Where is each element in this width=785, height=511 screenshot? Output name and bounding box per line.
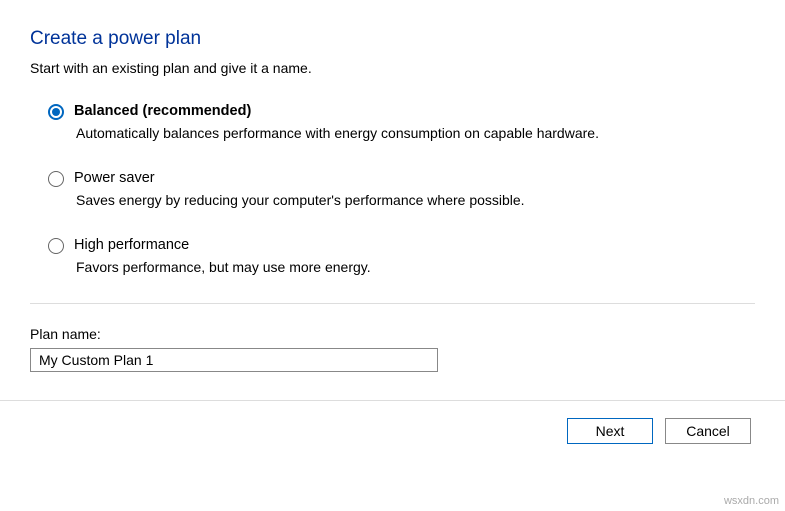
radio-power-saver[interactable]: [48, 171, 64, 187]
option-power-saver[interactable]: Power saver Saves energy by reducing you…: [48, 169, 755, 208]
option-high-performance-label[interactable]: High performance: [74, 237, 189, 253]
page-title: Create a power plan: [30, 28, 755, 50]
footer-divider: [0, 400, 785, 401]
page-subtitle: Start with an existing plan and give it …: [30, 60, 755, 76]
option-power-saver-label[interactable]: Power saver: [74, 170, 155, 186]
option-balanced[interactable]: Balanced (recommended) Automatically bal…: [48, 102, 755, 141]
plan-name-label: Plan name:: [30, 326, 755, 342]
option-power-saver-desc: Saves energy by reducing your computer's…: [76, 192, 755, 208]
next-button[interactable]: Next: [567, 418, 653, 444]
radio-balanced[interactable]: [48, 104, 64, 120]
plan-name-input[interactable]: [30, 348, 438, 372]
divider: [30, 303, 755, 304]
option-balanced-desc: Automatically balances performance with …: [76, 125, 755, 141]
option-high-performance[interactable]: High performance Favors performance, but…: [48, 236, 755, 275]
watermark: wsxdn.com: [724, 495, 779, 507]
option-balanced-label[interactable]: Balanced (recommended): [74, 103, 251, 119]
option-high-performance-desc: Favors performance, but may use more ene…: [76, 259, 755, 275]
cancel-button[interactable]: Cancel: [665, 418, 751, 444]
radio-high-performance[interactable]: [48, 238, 64, 254]
